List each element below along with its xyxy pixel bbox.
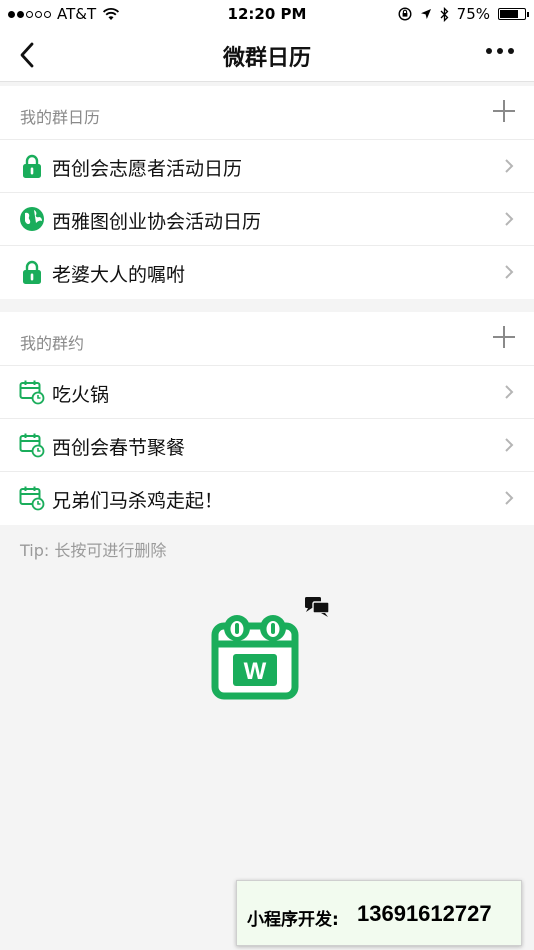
section-header: 我的群日历 [0,86,534,140]
list-item-label: 兄弟们马杀鸡走起！ [52,490,224,512]
developer-contact-badge: 小程序开发: 13691612727 [236,880,522,946]
chevron-right-icon [505,491,514,505]
lock-icon [23,154,41,178]
list-item-label: 西创会春节聚餐 [52,437,186,459]
bluetooth-icon [440,6,449,22]
back-arrow-icon[interactable] [14,40,44,70]
group-appointments-section: 我的群约 吃火锅 西创会春节聚餐 兄弟们马杀鸡走起！ [0,312,534,525]
chevron-right-icon [505,265,514,279]
battery-icon [498,8,529,20]
chevron-right-icon [505,385,514,399]
section-header: 我的群约 [0,312,534,366]
calendar-clock-icon [19,433,45,458]
list-item-label: 西雅图创业协会活动日历 [52,211,262,233]
status-right: 75% [398,5,529,23]
rotation-lock-icon [398,7,412,21]
calendar-clock-icon [19,486,45,511]
list-item[interactable]: 西创会春节聚餐 [0,419,534,472]
chevron-right-icon [505,438,514,452]
section-title: 我的群日历 [20,108,101,127]
section-title: 我的群约 [20,334,85,353]
add-appointment-button[interactable] [492,325,516,349]
list-item-label: 吃火锅 [52,384,110,406]
list-item[interactable]: 西雅图创业协会活动日历 [0,193,534,246]
location-arrow-icon [420,9,431,19]
chat-bubbles-icon[interactable] [305,597,330,617]
group-calendars-section: 我的群日历 西创会志愿者活动日历 西雅图创业协会活动日历 老婆大人的嘱咐 [0,86,534,299]
list-item-label: 西创会志愿者活动日历 [52,158,243,180]
developer-phone: 13691612727 [357,901,492,926]
battery-percent: 75% [456,5,490,23]
app-logo: W [211,597,330,700]
list-item[interactable]: 兄弟们马杀鸡走起！ [0,472,534,525]
status-bar: AT&T 12:20 PM 75% [0,0,534,28]
badge-label: 小程序开发: [247,910,339,930]
logo-letter: W [244,658,267,685]
navigation-bar: 微群日历 [0,28,534,82]
chevron-right-icon [505,212,514,226]
more-options-icon[interactable] [486,48,514,54]
calendar-clock-icon [19,380,45,405]
page-title: 微群日历 [222,46,311,71]
chevron-right-icon [505,159,514,173]
list-item[interactable]: 吃火锅 [0,366,534,419]
list-item[interactable]: 老婆大人的嘱咐 [0,246,534,299]
list-item-label: 老婆大人的嘱咐 [52,264,186,286]
lock-icon [23,260,41,284]
globe-icon [20,207,44,231]
add-calendar-button[interactable] [492,99,516,123]
tip-text: Tip: 长按可进行删除 [20,541,167,560]
list-item[interactable]: 西创会志愿者活动日历 [0,140,534,193]
